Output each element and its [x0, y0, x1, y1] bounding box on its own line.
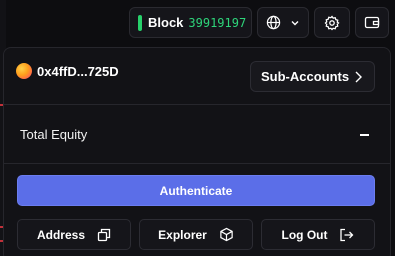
authenticate-button[interactable]: Authenticate	[17, 175, 375, 206]
address-button[interactable]: Address	[17, 219, 131, 250]
logout-button[interactable]: Log Out	[261, 219, 375, 250]
account-header: 0x4ffD...725D	[16, 63, 119, 79]
account-dropdown: 0x4ffD...725D Sub-Accounts Total Equity …	[3, 47, 391, 256]
chevron-right-icon	[352, 70, 364, 84]
language-button[interactable]	[257, 7, 309, 38]
wallet-button[interactable]	[355, 7, 389, 38]
explorer-button[interactable]: Explorer	[139, 219, 253, 250]
total-equity-value	[360, 134, 369, 136]
divider	[4, 163, 390, 164]
explorer-label: Explorer	[158, 227, 207, 242]
top-bar: Block 39919197	[0, 0, 395, 44]
settings-button[interactable]	[314, 7, 350, 38]
total-equity-label: Total Equity	[20, 127, 88, 142]
globe-icon	[266, 15, 281, 30]
block-status-indicator	[138, 14, 142, 31]
block-label: Block	[148, 15, 184, 30]
sub-accounts-label: Sub-Accounts	[261, 69, 350, 84]
wallet-address: 0x4ffD...725D	[37, 63, 119, 79]
chevron-down-icon	[290, 18, 300, 28]
logout-label: Log Out	[281, 227, 328, 242]
divider	[4, 104, 390, 105]
address-label: Address	[36, 227, 86, 242]
block-number: 39919197	[188, 15, 247, 30]
app-window: Block 39919197 0x4ffD...725D Sub-Account…	[0, 0, 395, 256]
avatar	[16, 63, 32, 79]
cube-icon	[219, 227, 234, 242]
logout-icon	[339, 228, 354, 242]
wallet-icon	[364, 15, 380, 30]
sub-accounts-button[interactable]: Sub-Accounts	[250, 61, 375, 92]
block-indicator: Block 39919197	[129, 7, 252, 38]
gear-icon	[324, 15, 340, 31]
copy-icon	[97, 228, 111, 242]
